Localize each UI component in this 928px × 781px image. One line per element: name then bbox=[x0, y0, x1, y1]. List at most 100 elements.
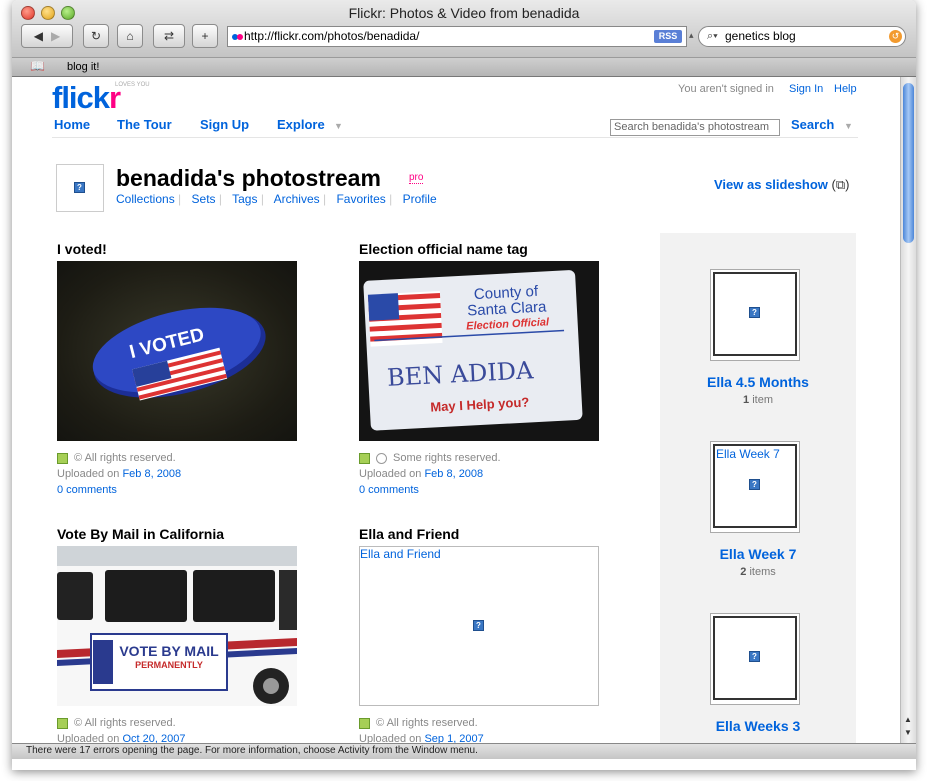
scroll-up-icon[interactable]: ▲ bbox=[904, 715, 912, 724]
nav-the-tour[interactable]: The Tour bbox=[117, 117, 172, 132]
address-bar[interactable]: http://flickr.com/photos/benadida/ RSS bbox=[227, 26, 687, 47]
photostream-search-input[interactable]: Search benadida's photostream bbox=[610, 119, 780, 136]
back-arrow-icon[interactable]: ◀ bbox=[34, 29, 43, 43]
photo-meta: Some rights reserved. Uploaded on Feb 8,… bbox=[359, 452, 501, 496]
license-icon[interactable] bbox=[359, 452, 370, 464]
upload-date-link[interactable]: Feb 8, 2008 bbox=[122, 468, 181, 480]
window-title: Flickr: Photos & Video from benadida bbox=[348, 5, 580, 21]
back-forward-buttons[interactable]: ◀ ▶ bbox=[21, 24, 73, 48]
scroll-down-icon[interactable]: ▼ bbox=[904, 728, 912, 737]
flickr-logo[interactable]: flickr bbox=[52, 80, 121, 116]
rights-text: All rights reserved. bbox=[386, 717, 478, 729]
add-bookmark-button[interactable]: + bbox=[192, 24, 218, 48]
broken-image-icon: ? bbox=[473, 620, 484, 631]
set-count: 1 item bbox=[743, 394, 773, 406]
help-link[interactable]: Help bbox=[834, 83, 857, 95]
profile-links: Collections | Sets | Tags | Archives | F… bbox=[116, 192, 437, 206]
rights-text: All rights reserved. bbox=[84, 717, 176, 729]
upload-date-link[interactable]: Oct 20, 2007 bbox=[122, 733, 185, 743]
sign-in-link[interactable]: Sign In bbox=[789, 83, 823, 95]
bookmarks-book-icon[interactable]: 📖 bbox=[30, 59, 45, 73]
nav-home[interactable]: Home bbox=[54, 117, 90, 132]
license-icon[interactable] bbox=[359, 717, 370, 729]
address-text[interactable]: http://flickr.com/photos/benadida/ bbox=[244, 29, 419, 43]
sets-sidebar: ? Ella 4.5 Months 1 item Ella Week 7 ? E… bbox=[660, 233, 856, 743]
browser-search-field[interactable]: ⌕▾ genetics blog ↺ bbox=[698, 26, 906, 47]
vertical-scrollbar[interactable]: ▲ ▼ bbox=[900, 77, 916, 743]
archives-link[interactable]: Archives bbox=[274, 192, 320, 206]
comments-link[interactable]: 0 comments bbox=[57, 484, 117, 496]
page-content: flickr LOVES YOU You aren't signed in Si… bbox=[12, 77, 900, 743]
status-bar: There were 17 errors opening the page. F… bbox=[12, 743, 916, 759]
broken-image-alt-text[interactable]: Ella and Friend bbox=[360, 547, 441, 561]
photo-i-voted[interactable]: I VOTED bbox=[57, 261, 297, 441]
nav-explore[interactable]: Explore bbox=[277, 117, 325, 132]
photo-meta: © All rights reserved. Uploaded on Feb 8… bbox=[57, 452, 182, 496]
license-icon[interactable] bbox=[57, 717, 68, 729]
tags-link[interactable]: Tags bbox=[232, 192, 257, 206]
clear-search-icon[interactable]: ↺ bbox=[889, 30, 902, 43]
photo-vote-by-mail[interactable]: VOTE BY MAIL PERMANENTLY bbox=[57, 546, 297, 706]
photo-title[interactable]: I voted! bbox=[57, 241, 302, 257]
set-title[interactable]: Ella Week 7 bbox=[660, 546, 856, 562]
rights-text: All rights reserved. bbox=[84, 452, 176, 464]
bookmarks-bar: 📖 blog it! bbox=[12, 57, 916, 77]
photo-meta: © All rights reserved. Uploaded on Oct 2… bbox=[57, 717, 186, 743]
rss-button[interactable]: RSS bbox=[654, 30, 682, 43]
explore-dropdown-icon[interactable]: ▼ bbox=[334, 121, 343, 131]
photo-title[interactable]: Ella and Friend bbox=[359, 526, 604, 542]
upload-date-link[interactable]: Feb 8, 2008 bbox=[424, 468, 483, 480]
bookmark-page-button[interactable]: ⇄ bbox=[153, 24, 185, 48]
slideshow-link[interactable]: View as slideshow (⧉) bbox=[714, 177, 850, 193]
scrollbar-thumb[interactable] bbox=[903, 83, 914, 243]
license-icon[interactable] bbox=[57, 452, 68, 464]
photo-title[interactable]: Election official name tag bbox=[359, 241, 604, 257]
photo-meta: © All rights reserved. Uploaded on Sep 1… bbox=[359, 717, 484, 743]
search-dropdown-icon[interactable]: ▼ bbox=[844, 121, 853, 131]
search-icon: ⌕▾ bbox=[707, 30, 718, 42]
search-button[interactable]: Search bbox=[791, 117, 834, 132]
photo-card: Election official name tag bbox=[359, 241, 604, 257]
photo-ella-and-friend[interactable]: Ella and Friend ? bbox=[359, 546, 599, 706]
svg-text:PERMANENTLY: PERMANENTLY bbox=[135, 660, 203, 670]
buddy-icon[interactable]: ? bbox=[56, 164, 104, 212]
attribution-icon[interactable] bbox=[376, 452, 387, 464]
set-thumbnail[interactable]: Ella Week 7 ? bbox=[710, 441, 800, 536]
title-bar: Flickr: Photos & Video from benadida ◀ ▶ … bbox=[12, 0, 916, 57]
set-thumbnail[interactable]: ? bbox=[710, 613, 800, 708]
sets-link[interactable]: Sets bbox=[192, 192, 216, 206]
upload-date-link[interactable]: Sep 1, 2007 bbox=[424, 733, 483, 743]
comments-link[interactable]: 0 comments bbox=[359, 484, 419, 496]
broken-image-icon: ? bbox=[74, 182, 85, 193]
home-icon: ⌂ bbox=[126, 29, 134, 43]
forward-arrow-icon[interactable]: ▶ bbox=[51, 29, 60, 43]
home-button[interactable]: ⌂ bbox=[117, 24, 143, 48]
photo-election-name-tag[interactable]: County of Santa Clara Election Official … bbox=[359, 261, 599, 441]
reload-button[interactable]: ↻ bbox=[83, 24, 109, 48]
bookmark-blog-it[interactable]: blog it! bbox=[67, 61, 99, 73]
browser-search-text[interactable]: genetics blog bbox=[725, 29, 796, 43]
photo-card: I voted! bbox=[57, 241, 302, 257]
header-divider bbox=[52, 137, 858, 138]
rights-text: Some rights reserved. bbox=[393, 452, 501, 464]
photo-card: Vote By Mail in California bbox=[57, 526, 302, 542]
profile-link[interactable]: Profile bbox=[403, 192, 437, 206]
broken-image-icon: ? bbox=[749, 651, 760, 662]
collections-link[interactable]: Collections bbox=[116, 192, 175, 206]
set-thumbnail[interactable]: ? bbox=[710, 269, 800, 364]
set-count: 2 items bbox=[740, 566, 776, 578]
slideshow-icon: (⧉) bbox=[831, 177, 850, 192]
address-arrow-icon: ▴ bbox=[689, 30, 694, 40]
broken-image-icon: ? bbox=[749, 307, 760, 318]
pro-badge[interactable]: pro bbox=[409, 172, 424, 184]
browser-window: Flickr: Photos & Video from benadida ◀ ▶ … bbox=[12, 0, 916, 770]
name-tag-image: County of Santa Clara Election Official … bbox=[363, 270, 583, 431]
set-title[interactable]: Ella Weeks 3 bbox=[660, 718, 856, 734]
broken-image-icon: ? bbox=[749, 479, 760, 490]
photo-title[interactable]: Vote By Mail in California bbox=[57, 526, 302, 542]
i-voted-sticker: I VOTED bbox=[92, 307, 266, 401]
set-title[interactable]: Ella 4.5 Months bbox=[660, 374, 856, 390]
broken-image-alt-text[interactable]: Ella Week 7 bbox=[716, 447, 780, 461]
favorites-link[interactable]: Favorites bbox=[336, 192, 385, 206]
nav-sign-up[interactable]: Sign Up bbox=[200, 117, 249, 132]
